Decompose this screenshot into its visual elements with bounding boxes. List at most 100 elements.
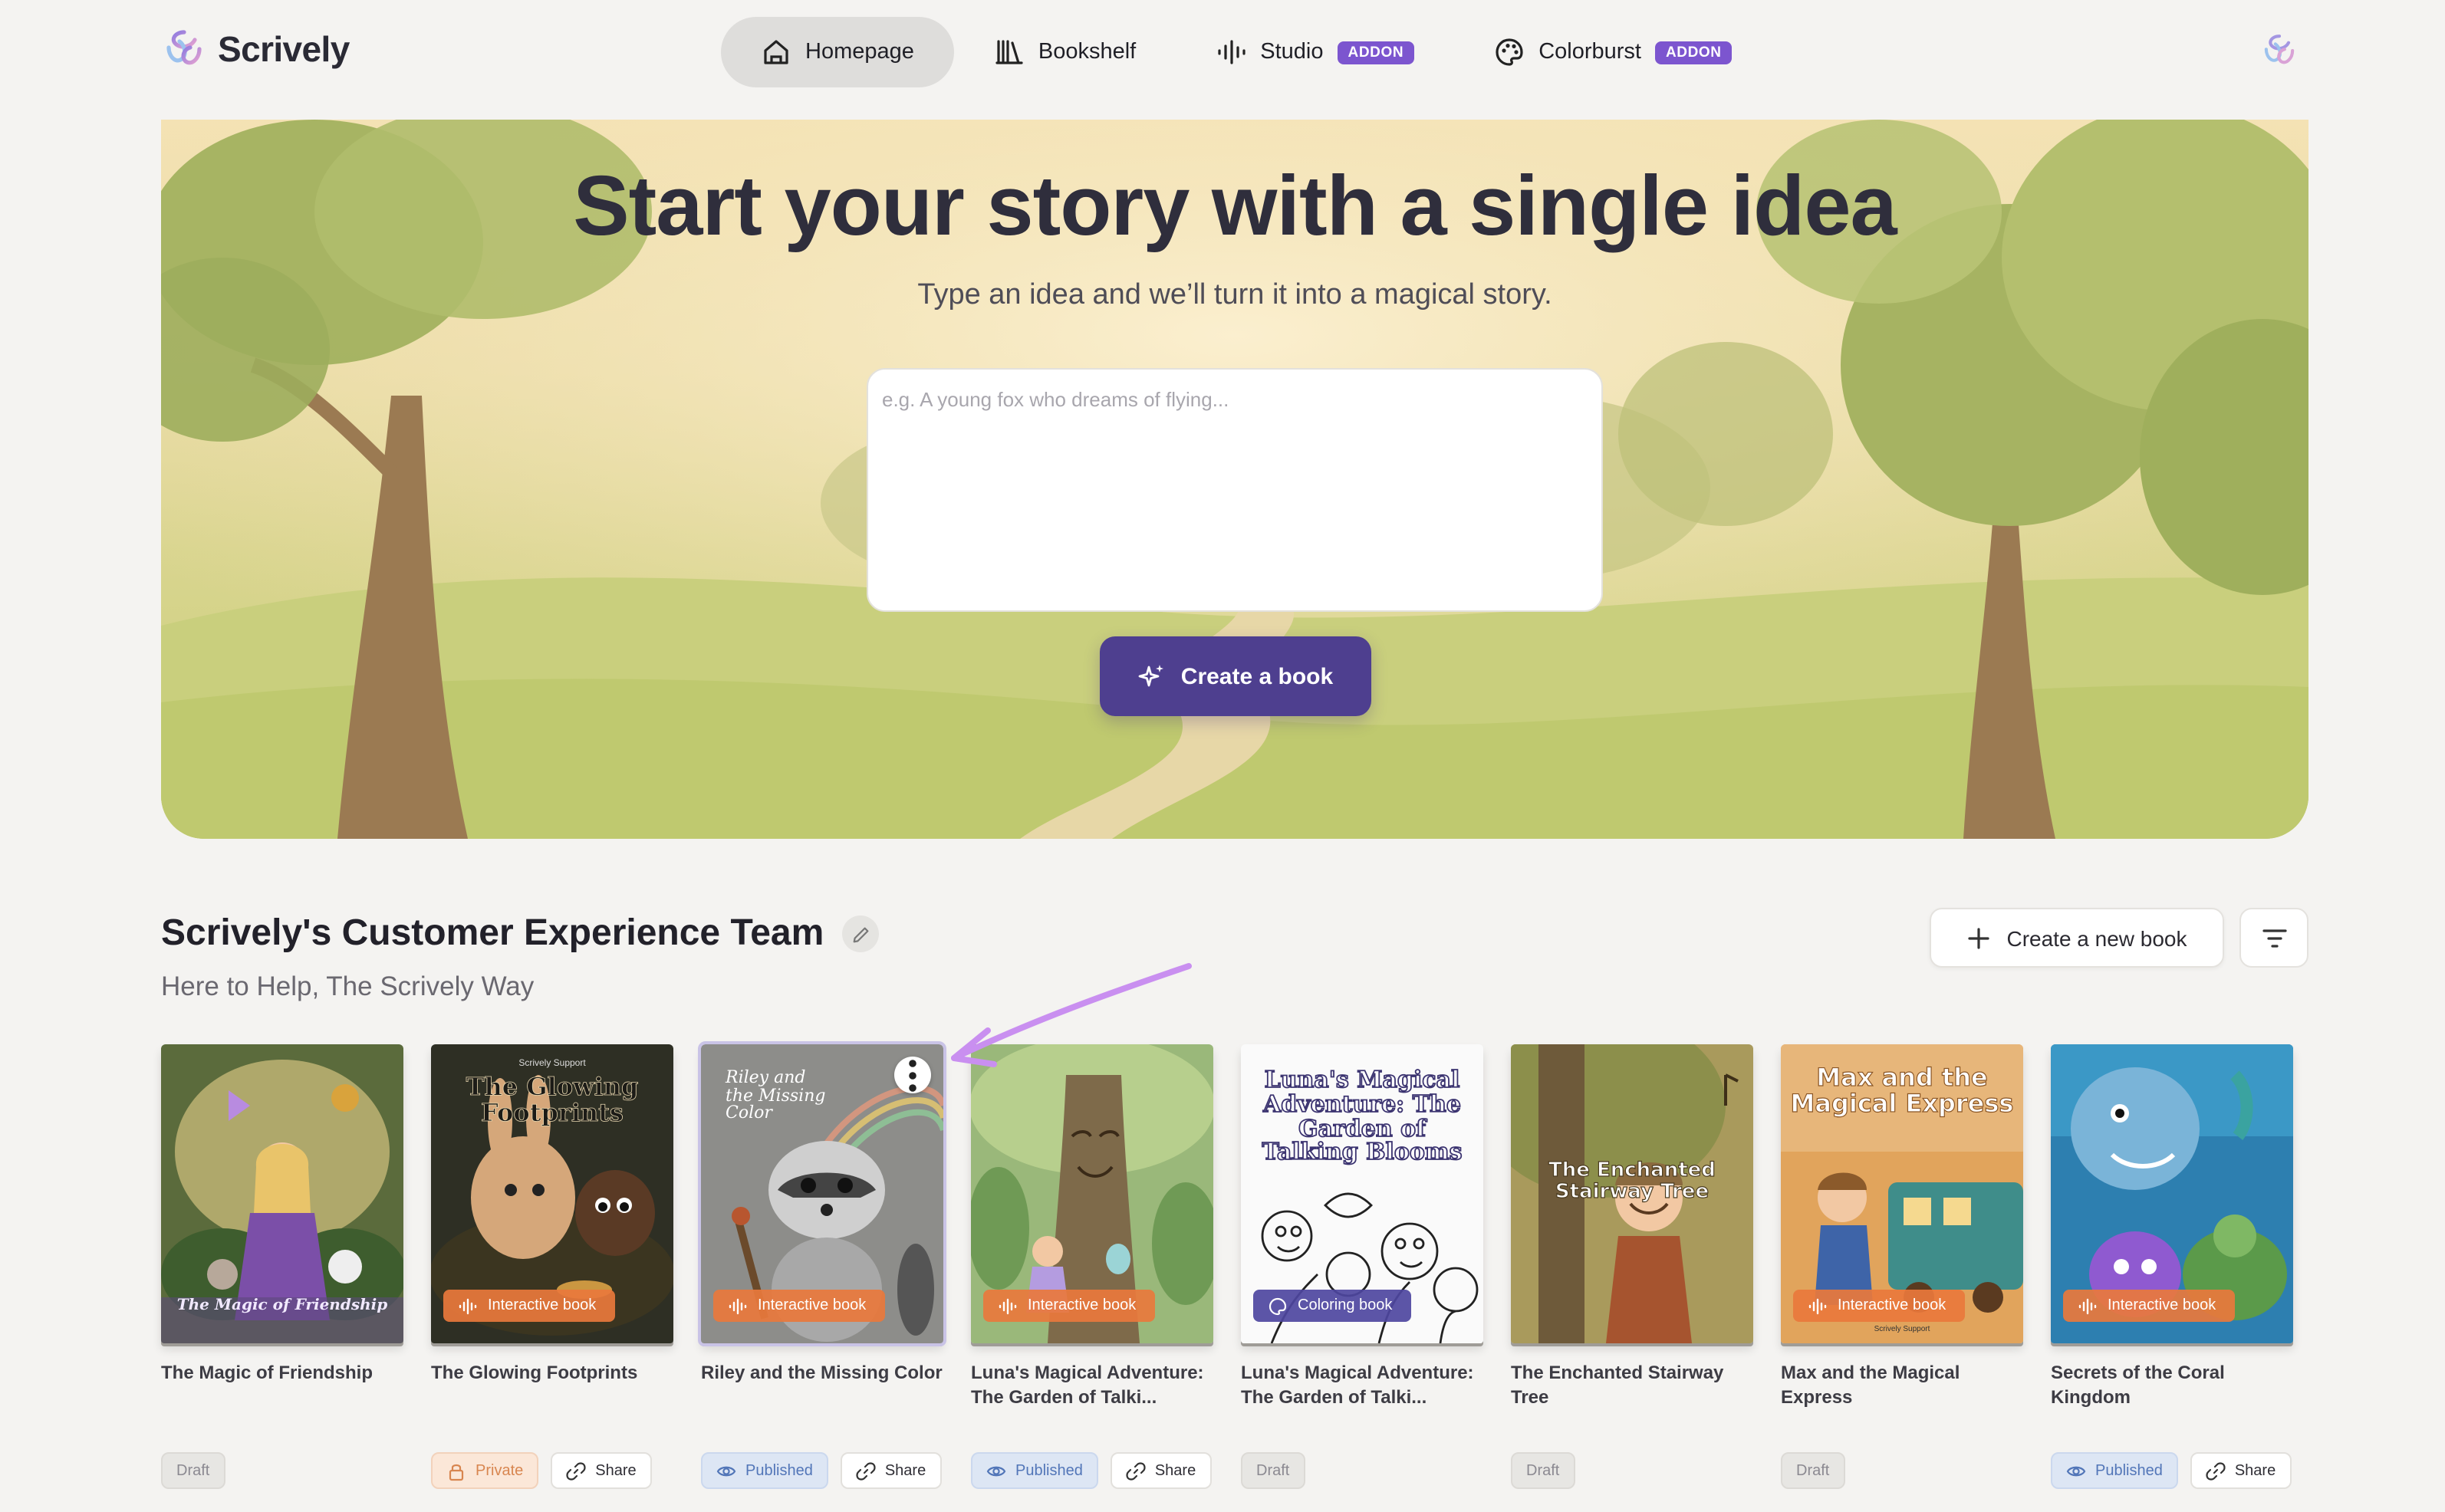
book-type-badge: Interactive book [1793, 1290, 1965, 1322]
book-actions: Published Share [971, 1452, 1213, 1489]
hero-subtitle: Type an idea and we’ll turn it into a ma… [917, 279, 1552, 311]
share-label: Share [595, 1462, 637, 1479]
book-grid: The Magic of Friendship The Magic of Fri… [161, 1041, 2308, 1504]
filter-button[interactable] [2239, 908, 2308, 968]
share-button[interactable]: Share [840, 1452, 942, 1489]
book-actions: Draft [1241, 1452, 1483, 1489]
audio-waveform-icon [2078, 1297, 2097, 1314]
nav-bookshelf-label: Bookshelf [1038, 40, 1137, 64]
audio-waveform-icon [1217, 40, 1245, 64]
bookshelf-icon [995, 40, 1023, 64]
visibility-badge[interactable]: Published [2051, 1452, 2178, 1489]
status-badge: Draft [1781, 1452, 1845, 1489]
book-cover[interactable]: The Enchanted Stairway Tree [1511, 1044, 1753, 1343]
book-actions: Published Share [2051, 1452, 2293, 1489]
book-type-label: Interactive book [758, 1297, 867, 1314]
nav-colorburst[interactable]: Colorburst ADDON [1454, 17, 1772, 87]
main-nav: Homepage Bookshelf Studio ADDON Colorbur… [721, 17, 1772, 87]
book-card[interactable]: The Magic of Friendship The Magic of Fri… [161, 1044, 403, 1489]
book-card[interactable]: The Enchanted Stairway Tree The Enchante… [1511, 1044, 1753, 1489]
more-vertical-icon [909, 1059, 916, 1091]
book-title: Luna's Magical Adventure: The Garden of … [1241, 1362, 1474, 1408]
book-options-button[interactable] [894, 1057, 931, 1093]
lock-icon [449, 1463, 464, 1481]
book-type-badge: Interactive book [2063, 1290, 2235, 1322]
status-badge: Draft [1511, 1452, 1575, 1489]
eye-icon [716, 1465, 736, 1476]
visibility-badge[interactable]: Private [431, 1452, 539, 1489]
team-name: Scrively's Customer Experience Team [161, 912, 824, 954]
audio-waveform-icon [459, 1297, 477, 1314]
share-label: Share [1154, 1462, 1196, 1479]
book-card[interactable]: Interactive book Secrets of the Coral Ki… [2051, 1044, 2293, 1489]
book-actions: Draft [1781, 1452, 2023, 1489]
visibility-label: Published [745, 1462, 813, 1479]
book-card[interactable]: Riley and the Missing Color Interactive … [698, 1041, 946, 1489]
filter-icon [2262, 929, 2286, 947]
user-menu-icon[interactable] [2261, 32, 2298, 69]
sparkles-icon [1138, 665, 1163, 687]
book-cover-author: Scrively Support [1874, 1325, 1930, 1334]
visibility-badge[interactable]: Published [701, 1452, 828, 1489]
create-book-label: Create a book [1180, 663, 1334, 689]
create-book-button[interactable]: Create a book [1100, 636, 1371, 716]
book-cover-title: Max and the Magical Express [1790, 1063, 2014, 1118]
create-new-book-button[interactable]: Create a new book [1930, 908, 2224, 968]
eye-icon [986, 1465, 1006, 1476]
team-header: Scrively's Customer Experience Team [161, 912, 880, 955]
plus-icon [1968, 927, 1990, 948]
audio-waveform-icon [999, 1297, 1017, 1314]
book-type-label: Interactive book [2108, 1297, 2216, 1314]
hero-title: Start your story with a single idea [573, 158, 1897, 253]
link-icon [2206, 1461, 2226, 1480]
book-type-label: Interactive book [1028, 1297, 1137, 1314]
addon-badge: ADDON [1654, 41, 1733, 64]
book-title: Riley and the Missing Color [701, 1362, 943, 1383]
book-cover[interactable]: Riley and the Missing Color Interactive … [698, 1041, 946, 1346]
book-cover-title: Riley and the Missing Color [726, 1067, 826, 1123]
book-cover-title: The Magic of Friendship [176, 1297, 388, 1314]
book-cover[interactable]: Max and the Magical Express Scrively Sup… [1781, 1044, 2023, 1343]
book-cover[interactable]: Luna's Magical Adventure: The Garden of … [1241, 1044, 1483, 1343]
nav-homepage-label: Homepage [805, 40, 914, 64]
audio-waveform-icon [1808, 1297, 1827, 1314]
nav-studio[interactable]: Studio ADDON [1176, 17, 1454, 87]
visibility-label: Published [1015, 1462, 1083, 1479]
book-cover[interactable]: The Magic of Friendship [161, 1044, 403, 1343]
book-cover-title: Luna's Magical Adventure: The Garden of … [1262, 1066, 1463, 1166]
book-title: Luna's Magical Adventure: The Garden of … [971, 1362, 1204, 1408]
share-button[interactable]: Share [551, 1452, 652, 1489]
nav-bookshelf[interactable]: Bookshelf [954, 17, 1176, 87]
visibility-label: Private [476, 1462, 524, 1479]
book-card[interactable]: Luna's Magical Adventure: The Garden of … [1241, 1044, 1483, 1489]
book-cover-title: The Glowing Footprints [466, 1072, 639, 1127]
link-icon [566, 1461, 586, 1480]
book-card[interactable]: Interactive book Luna's Magical Adventur… [971, 1044, 1213, 1489]
story-idea-input[interactable] [867, 368, 1603, 612]
edit-team-button[interactable] [842, 915, 880, 952]
book-cover[interactable]: Scrively Support The Glowing Footprints … [431, 1044, 673, 1343]
book-card[interactable]: Max and the Magical Express Scrively Sup… [1781, 1044, 2023, 1489]
addon-badge: ADDON [1337, 41, 1415, 64]
app-logo[interactable]: Scrively [163, 28, 350, 71]
palette-icon [1496, 38, 1523, 66]
book-card[interactable]: Scrively Support The Glowing Footprints … [431, 1044, 673, 1489]
book-cover-author: Scrively Support [518, 1060, 586, 1069]
status-badge: Draft [1241, 1452, 1305, 1489]
book-actions: Published Share [701, 1452, 943, 1489]
link-icon [1126, 1461, 1146, 1480]
book-cover-title: The Enchanted Stairway Tree [1548, 1159, 1716, 1204]
visibility-badge[interactable]: Published [971, 1452, 1098, 1489]
palette-icon [1269, 1297, 1287, 1315]
book-cover[interactable]: Interactive book [971, 1044, 1213, 1343]
home-icon [764, 40, 788, 64]
book-type-label: Coloring book [1298, 1297, 1393, 1314]
share-button[interactable]: Share [2190, 1452, 2292, 1489]
nav-studio-label: Studio [1260, 40, 1324, 64]
nav-homepage[interactable]: Homepage [721, 17, 954, 87]
share-button[interactable]: Share [1110, 1452, 1212, 1489]
hero-banner: Start your story with a single idea Type… [161, 120, 2308, 839]
book-title: Secrets of the Coral Kingdom [2051, 1362, 2225, 1408]
book-cover[interactable]: Interactive book [2051, 1044, 2293, 1343]
status-badge: Draft [161, 1452, 225, 1489]
